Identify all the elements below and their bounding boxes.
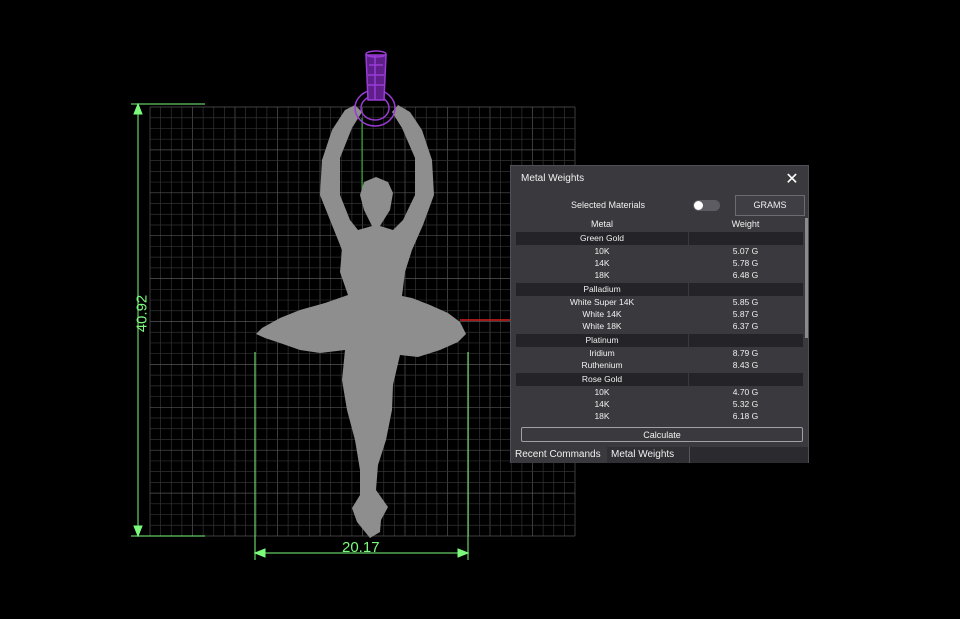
metal-weight: 5.07 G bbox=[732, 246, 759, 256]
metal-weight: 6.18 G bbox=[732, 411, 759, 421]
table-row[interactable]: White Super 14K 5.85 G bbox=[516, 297, 803, 309]
cad-viewport[interactable]: 40.92 20.17 bbox=[0, 0, 960, 619]
metal-weight: 5.85 G bbox=[732, 297, 759, 307]
metal-weight: 5.32 G bbox=[732, 399, 759, 409]
close-icon[interactable]: ✕ bbox=[782, 168, 802, 190]
table-row[interactable]: 14K 5.32 G bbox=[516, 399, 803, 411]
metal-name: 10K bbox=[594, 246, 610, 256]
metal-name: 14K bbox=[594, 399, 610, 409]
metal-weight: 5.78 G bbox=[732, 258, 759, 268]
panel-scrollbar[interactable] bbox=[805, 218, 808, 424]
table-row[interactable]: Iridium 8.79 G bbox=[516, 348, 803, 360]
metal-name: 10K bbox=[594, 387, 610, 397]
selected-materials-label: Selected Materials bbox=[571, 200, 646, 210]
panel-header: Metal Weights ✕ bbox=[511, 166, 808, 194]
panel-tabs: Recent Commands Metal Weights bbox=[511, 447, 808, 463]
metal-weight: 6.37 G bbox=[732, 321, 759, 331]
column-separator bbox=[688, 283, 689, 296]
column-header-metal: Metal bbox=[590, 219, 613, 229]
metal-name: 18K bbox=[594, 270, 610, 280]
panel-title: Metal Weights bbox=[521, 173, 585, 184]
height-dimension-label: 40.92 bbox=[133, 294, 151, 333]
metal-weight: 4.70 G bbox=[732, 387, 759, 397]
metal-weights-panel: Metal Weights ✕ Selected Materials GRAMS… bbox=[510, 165, 809, 463]
metal-group-header: Rose Gold bbox=[516, 373, 803, 386]
tab-metal-weights[interactable]: Metal Weights bbox=[607, 447, 690, 463]
metal-weight: 8.43 G bbox=[732, 360, 759, 370]
toggle-knob bbox=[694, 201, 703, 210]
calculate-button[interactable]: Calculate bbox=[521, 427, 803, 442]
table-row[interactable]: Ruthenium 8.43 G bbox=[516, 360, 803, 372]
column-separator bbox=[688, 232, 689, 245]
metal-weight: 5.87 G bbox=[732, 309, 759, 319]
bail-ring bbox=[354, 50, 396, 127]
ballerina-silhouette bbox=[256, 105, 466, 538]
selected-materials-toggle[interactable] bbox=[693, 200, 720, 211]
metal-group-header: Palladium bbox=[516, 283, 803, 296]
table-row[interactable]: White 14K 5.87 G bbox=[516, 309, 803, 321]
metal-name: Ruthenium bbox=[581, 360, 623, 370]
column-header-weight: Weight bbox=[731, 219, 760, 229]
table-row[interactable]: 10K 5.07 G bbox=[516, 246, 803, 258]
metal-name: Iridium bbox=[589, 348, 615, 358]
metal-name: White Super 14K bbox=[569, 297, 635, 307]
metal-weight: 8.79 G bbox=[732, 348, 759, 358]
metal-weight: 6.48 G bbox=[732, 270, 759, 280]
metal-name: White 18K bbox=[582, 321, 622, 331]
metal-name: White 14K bbox=[582, 309, 622, 319]
column-separator bbox=[688, 373, 689, 386]
table-row[interactable]: 18K 6.18 G bbox=[516, 411, 803, 423]
metal-group-header: Platinum bbox=[516, 334, 803, 347]
metal-name: 14K bbox=[594, 258, 610, 268]
metal-group-name: Platinum bbox=[585, 335, 619, 345]
table-row[interactable]: 18K 6.48 G bbox=[516, 270, 803, 282]
metal-name: 18K bbox=[594, 411, 610, 421]
table-row[interactable]: 14K 5.78 G bbox=[516, 258, 803, 270]
table-row[interactable]: White 18K 6.37 G bbox=[516, 321, 803, 333]
width-dimension-label: 20.17 bbox=[342, 539, 380, 556]
metal-group-name: Rose Gold bbox=[581, 374, 623, 384]
metal-group-header: Green Gold bbox=[516, 232, 803, 245]
column-separator bbox=[688, 334, 689, 347]
units-button[interactable]: GRAMS bbox=[735, 195, 805, 216]
scrollbar-thumb[interactable] bbox=[805, 218, 808, 338]
tab-recent-commands[interactable]: Recent Commands bbox=[511, 447, 611, 463]
selected-materials-row: Selected Materials GRAMS bbox=[511, 194, 808, 218]
weights-table[interactable]: Green Gold 10K 5.07 G 14K 5.78 G 18K 6.48 G Pal… bbox=[516, 231, 803, 424]
table-header: Metal Weight bbox=[516, 218, 803, 231]
table-row[interactable]: 10K 4.70 G bbox=[516, 387, 803, 399]
metal-group-name: Palladium bbox=[583, 284, 621, 294]
metal-group-name: Green Gold bbox=[580, 233, 624, 243]
